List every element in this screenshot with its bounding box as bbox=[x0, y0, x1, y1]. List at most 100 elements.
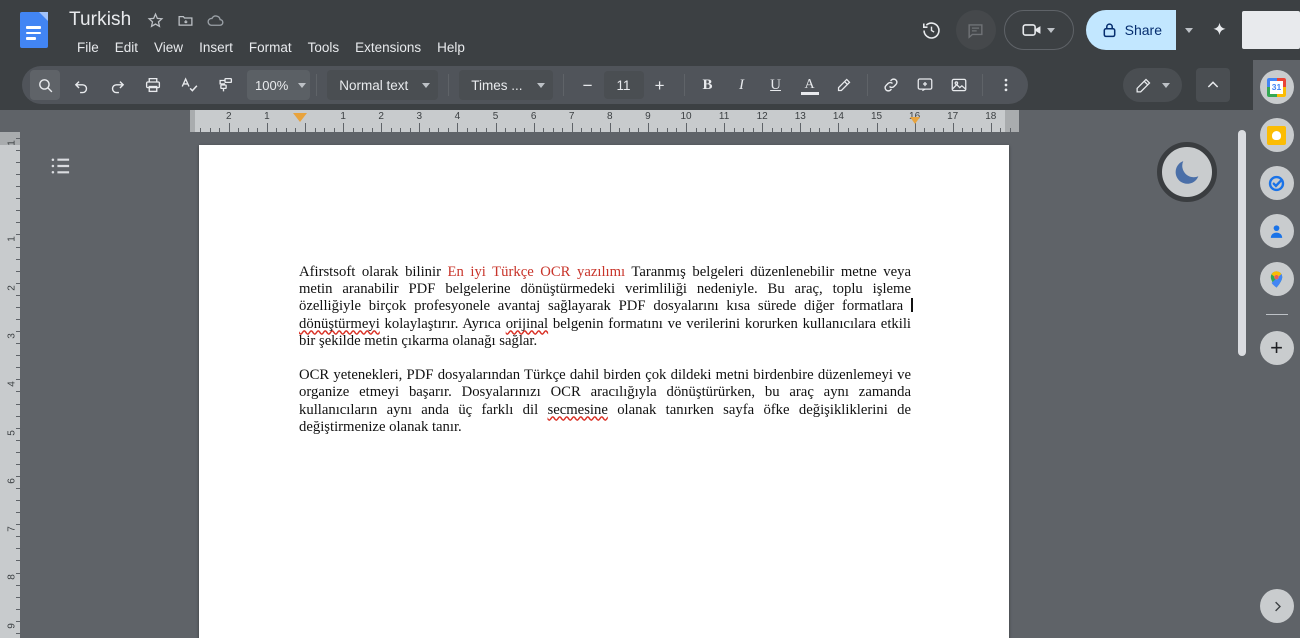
toolbar-divider-2 bbox=[448, 74, 450, 96]
calendar-date-badge: 31 bbox=[1270, 80, 1283, 94]
insert-link-button[interactable] bbox=[876, 70, 906, 100]
side-panel-item-tasks[interactable] bbox=[1259, 166, 1294, 200]
menu-view[interactable]: View bbox=[146, 36, 191, 60]
document-page[interactable]: Afirstsoft olarak bilinir En iyi Türkçe … bbox=[199, 145, 1009, 638]
version-history-icon[interactable] bbox=[912, 10, 952, 50]
ruler-tick bbox=[686, 123, 687, 132]
ruler-tick-label: 3 bbox=[416, 111, 423, 122]
side-panel-add-button[interactable]: + bbox=[1259, 331, 1294, 365]
ruler-tick bbox=[343, 123, 345, 132]
ruler-tick-label: 6 bbox=[6, 478, 18, 484]
left-indent-marker bbox=[293, 113, 307, 122]
menu-extensions[interactable]: Extensions bbox=[347, 36, 429, 60]
side-panel-expand-button[interactable] bbox=[1260, 589, 1294, 623]
italic-button[interactable]: I bbox=[727, 70, 757, 100]
moon-icon bbox=[1175, 161, 1199, 184]
toolbar: 100% Normal text Times ... − 11 + B I U … bbox=[0, 60, 1300, 110]
menu-format[interactable]: Format bbox=[241, 36, 300, 60]
text-color-button[interactable]: A bbox=[795, 70, 825, 100]
right-indent-marker bbox=[910, 117, 920, 124]
ruler-tick bbox=[609, 123, 611, 132]
search-icon[interactable] bbox=[30, 70, 60, 100]
menu-insert[interactable]: Insert bbox=[191, 36, 241, 60]
menu-help[interactable]: Help bbox=[429, 36, 473, 60]
editing-mode-caret-icon bbox=[1162, 82, 1170, 88]
font-family-dropdown[interactable]: Times ... bbox=[459, 70, 553, 100]
docs-logo-icon[interactable] bbox=[20, 12, 48, 48]
more-options-button[interactable] bbox=[991, 70, 1021, 100]
ruler-tick bbox=[838, 123, 840, 132]
redo-icon[interactable] bbox=[102, 70, 132, 100]
side-panel-item-calendar[interactable]: 31 bbox=[1259, 70, 1294, 104]
ruler-tick bbox=[533, 123, 535, 132]
paint-format-icon[interactable] bbox=[210, 70, 240, 100]
zoom-dropdown[interactable]: 100% bbox=[247, 70, 311, 100]
paragraph-style-dropdown[interactable]: Normal text bbox=[327, 70, 439, 100]
document-paragraph[interactable]: Afirstsoft olarak bilinir En iyi Türkçe … bbox=[299, 264, 913, 350]
comments-icon[interactable] bbox=[955, 10, 996, 50]
google-keep-icon bbox=[1267, 125, 1286, 145]
document-text-run: Afirstsoft olarak bilinir bbox=[299, 264, 448, 280]
join-call-button[interactable] bbox=[1003, 10, 1074, 50]
star-icon[interactable] bbox=[142, 7, 168, 33]
highlighted-red-text: En iyi Türkçe OCR yazılımı bbox=[447, 264, 626, 280]
ruler-tick bbox=[724, 123, 726, 132]
google-calendar-icon: 31 bbox=[1267, 77, 1286, 97]
vertical-scrollbar-thumb[interactable] bbox=[1238, 130, 1246, 356]
ruler-tick bbox=[762, 123, 764, 132]
ruler-tick-label: 1 bbox=[6, 139, 18, 146]
side-panel-item-contacts[interactable] bbox=[1259, 214, 1294, 248]
font-size-input[interactable]: 11 bbox=[603, 71, 644, 99]
spellcheck-error-word: secmesine bbox=[547, 401, 608, 418]
toolbar-divider-4 bbox=[683, 74, 685, 96]
dark-mode-toggle[interactable] bbox=[1157, 142, 1217, 202]
document-title[interactable]: Turkish bbox=[62, 6, 138, 34]
move-folder-icon[interactable] bbox=[172, 7, 198, 33]
underline-button[interactable]: U bbox=[761, 70, 791, 100]
cloud-saved-icon[interactable] bbox=[202, 7, 228, 33]
document-text-run: kolaylaştırır. Ayrıca bbox=[379, 315, 506, 332]
ruler-tick bbox=[990, 123, 992, 132]
docs-logo-lines bbox=[26, 26, 41, 43]
ruler-tick-label: 6 bbox=[530, 111, 537, 122]
ruler-tick-label: 2 bbox=[378, 111, 384, 122]
decrease-font-size-button[interactable]: − bbox=[574, 71, 602, 99]
share-dropdown-caret-icon[interactable] bbox=[1176, 10, 1202, 50]
ruler-tick-label: 14 bbox=[832, 111, 844, 122]
share-button[interactable]: Share bbox=[1085, 10, 1176, 50]
document-text-body[interactable]: Afirstsoft olarak bilinir En iyi Türkçe … bbox=[299, 264, 913, 436]
side-panel-item-maps[interactable] bbox=[1259, 262, 1294, 296]
vertical-ruler[interactable]: 1 1 2 3 4 5 6 7 8 9 bbox=[0, 132, 20, 638]
ruler-tick-label: 5 bbox=[6, 429, 18, 436]
print-icon[interactable] bbox=[138, 70, 168, 100]
document-paragraph[interactable]: OCR yetenekleri, PDF dosyalarından Türkç… bbox=[299, 367, 911, 436]
document-canvas: Afirstsoft olarak bilinir En iyi Türkçe … bbox=[20, 132, 1253, 638]
ruler-tick-label: 4 bbox=[454, 111, 461, 122]
increase-font-size-button[interactable]: + bbox=[646, 71, 674, 99]
bold-button[interactable]: B bbox=[693, 70, 723, 100]
menu-edit[interactable]: Edit bbox=[107, 36, 146, 60]
title-block: Turkish File Edit View Insert Format Too… bbox=[62, 0, 473, 60]
menu-file[interactable]: File bbox=[69, 36, 107, 60]
ruler-tick-label: 8 bbox=[6, 574, 18, 581]
highlight-color-button[interactable] bbox=[829, 70, 859, 100]
vertical-scrollbar[interactable] bbox=[1235, 122, 1249, 638]
menu-tools[interactable]: Tools bbox=[300, 36, 348, 60]
spellcheck-icon[interactable] bbox=[174, 70, 204, 100]
side-panel-item-keep[interactable] bbox=[1259, 118, 1294, 152]
insert-image-button[interactable] bbox=[944, 70, 974, 100]
horizontal-ruler[interactable]: 2 1 1 2 3 4 5 6 7 8 9 10 11 12 13 14 15 16 17 18 bbox=[0, 110, 1253, 132]
ruler-tick bbox=[266, 123, 268, 132]
add-comment-button[interactable] bbox=[910, 70, 940, 100]
hide-menus-button[interactable] bbox=[1196, 68, 1230, 102]
undo-icon[interactable] bbox=[66, 70, 96, 100]
editing-mode-button[interactable] bbox=[1123, 68, 1182, 102]
ruler-tick bbox=[495, 123, 497, 132]
toolbar-divider-5 bbox=[866, 74, 868, 96]
avatar[interactable] bbox=[1242, 11, 1300, 49]
gemini-sparkle-icon[interactable] bbox=[1202, 10, 1236, 50]
document-outline-button[interactable] bbox=[41, 146, 81, 186]
horizontal-ruler-track[interactable]: 2 1 1 2 3 4 5 6 7 8 9 10 11 12 13 14 15 16 17 18 bbox=[190, 110, 1019, 132]
text-cursor bbox=[911, 298, 913, 313]
ruler-tick-label: 2 bbox=[6, 284, 18, 291]
